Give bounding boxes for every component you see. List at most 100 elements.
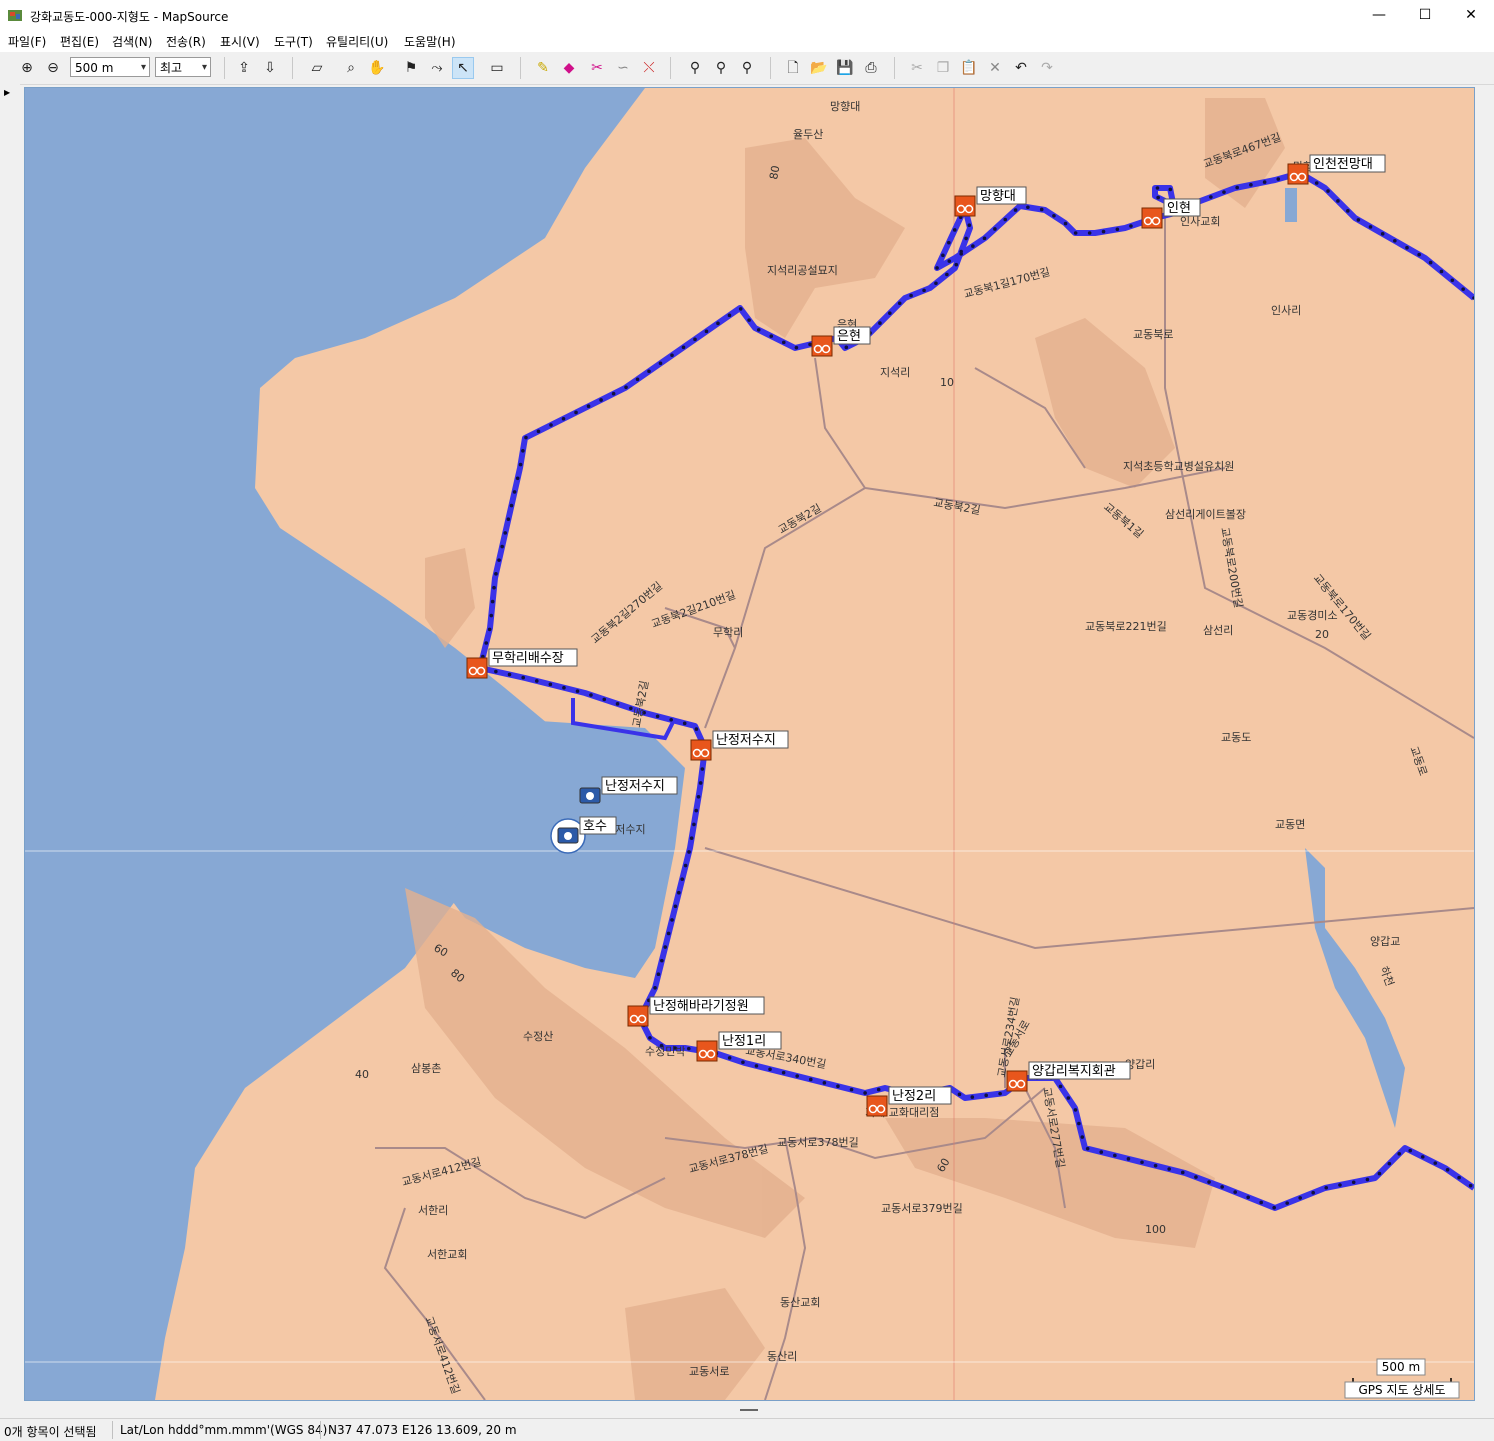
track-point — [692, 822, 696, 827]
track-point — [683, 863, 688, 868]
find-nearby-icon[interactable]: ⚲ — [736, 57, 758, 79]
place-label: 서한리 — [418, 1204, 448, 1217]
track-point — [769, 334, 774, 338]
eraser-icon[interactable]: ◆ — [558, 57, 580, 79]
track-point — [660, 958, 664, 963]
toolbar: ⊕ ⊖ 500 m ▾ 최고 ▾ ⇪ ⇩ ▱ ⌕ ✋ ⚑ ⤳ ↖ ▭ ✎ ◆ ✂… — [0, 52, 1494, 85]
track-point — [876, 1087, 881, 1092]
open-folder-icon[interactable]: 📂 — [808, 57, 830, 79]
cut-icon[interactable]: ✂ — [906, 57, 928, 79]
map-tool-icon[interactable]: ▱ — [306, 57, 328, 79]
detail-level-select[interactable]: 최고 ▾ — [155, 57, 211, 77]
waypoint-tool-icon[interactable]: ⚑ — [400, 57, 422, 79]
close-button[interactable]: ✕ — [1448, 0, 1494, 30]
zoom-out-icon[interactable]: ⊖ — [42, 57, 64, 79]
track-point — [704, 329, 709, 334]
maximize-button[interactable]: ☐ — [1402, 0, 1448, 30]
menu-search[interactable]: 검색(N) — [112, 33, 152, 50]
minimize-button[interactable]: — — [1356, 0, 1402, 30]
selection-status: 0개 항목이 선택됨 — [4, 1425, 97, 1439]
place-label: 교동서로 — [689, 1365, 729, 1378]
track-point — [663, 945, 668, 949]
new-file-icon[interactable]: 🗋 — [782, 57, 804, 79]
zoom-scale-select[interactable]: 500 m ▾ — [70, 57, 150, 77]
track-point — [497, 558, 501, 562]
redo-icon[interactable]: ↷ — [1036, 57, 1058, 79]
save-icon[interactable]: 💾 — [834, 57, 856, 79]
track-point — [507, 672, 512, 677]
track-point — [487, 627, 492, 632]
zoom-tool-icon[interactable]: ⌕ — [340, 57, 362, 79]
track-point — [1428, 260, 1433, 265]
track-point — [484, 641, 489, 645]
track-point — [548, 682, 553, 687]
track-point — [534, 679, 539, 683]
track-point — [768, 1067, 772, 1072]
track-point — [673, 904, 678, 909]
track-point — [681, 345, 686, 350]
track-point — [1468, 1183, 1473, 1188]
track-point — [1140, 1160, 1144, 1165]
find-icon[interactable]: ⚲ — [684, 57, 706, 79]
measure-tool-icon[interactable]: ▭ — [486, 57, 508, 79]
track-point — [922, 288, 926, 293]
receive-from-device-icon[interactable]: ⇪ — [233, 57, 255, 79]
place-label: 10 — [940, 376, 954, 389]
menu-transfer[interactable]: 전송(R) — [166, 33, 206, 50]
panel-splitter[interactable] — [0, 1402, 1494, 1418]
erase-track-icon[interactable]: ✂ — [586, 57, 608, 79]
track-point — [666, 931, 671, 936]
paste-icon[interactable]: 📋 — [958, 57, 980, 79]
track-point — [909, 293, 913, 298]
place-label: 80 — [767, 164, 782, 180]
track-point — [756, 328, 761, 332]
find-places-icon[interactable]: ⚲ — [710, 57, 732, 79]
waypoint-label: 난정2리 — [892, 1089, 936, 1104]
map-canvas[interactable]: 망향대율두산80지석리공설묘지은현지석리10교동북1길170번길교동북로467번… — [25, 88, 1474, 1400]
menu-tools[interactable]: 도구(T) — [274, 33, 313, 50]
menu-help[interactable]: 도움말(H) — [404, 33, 456, 50]
chevron-down-icon: ▾ — [140, 62, 146, 73]
place-label: 서한교회 — [427, 1248, 467, 1261]
waypoint-label: 망향대 — [980, 189, 1016, 204]
menu-view[interactable]: 표시(V) — [220, 33, 260, 50]
draw-track-icon[interactable]: ✎ — [532, 57, 554, 79]
print-icon[interactable]: ⎙ — [860, 57, 882, 79]
map-view[interactable]: 망향대 율두산 80 지석리공설묘지 은현 지석리 10 교동북1길170번길 교동북로467번… — [24, 87, 1475, 1401]
track-point — [844, 345, 849, 350]
camera-lens — [586, 792, 594, 800]
split-track-icon[interactable]: ⤬ — [638, 57, 660, 79]
join-track-icon[interactable]: ∽ — [612, 57, 634, 79]
track-point — [602, 697, 607, 702]
copy-icon[interactable]: ❐ — [932, 57, 954, 79]
place-label: 동산교회 — [780, 1296, 820, 1309]
delete-icon[interactable]: ✕ — [984, 57, 1006, 79]
track-point — [727, 1056, 732, 1060]
track-point — [941, 253, 945, 258]
track-point — [1066, 1096, 1071, 1100]
route-tool-icon[interactable]: ⤳ — [426, 57, 448, 79]
track-point — [599, 398, 603, 402]
send-to-device-icon[interactable]: ⇩ — [259, 57, 281, 79]
coordinate-format: Lat/Lon hddd°mm.mmm'(WGS 84) — [120, 1423, 328, 1437]
menu-utilities[interactable]: 유틸리티(U) — [326, 33, 388, 50]
track-point — [1207, 1180, 1211, 1184]
place-label: 교동북로 — [1133, 328, 1173, 341]
track-point — [624, 385, 628, 390]
menu-edit[interactable]: 편집(E) — [60, 33, 99, 50]
toolbar-separator — [292, 57, 293, 79]
zoom-in-icon[interactable]: ⊕ — [16, 57, 38, 79]
selection-tool-icon[interactable]: ↖ — [452, 57, 474, 79]
expand-panel-icon[interactable]: ▶ — [4, 88, 10, 97]
track-point — [822, 1081, 827, 1085]
track-point — [727, 313, 732, 318]
track-point — [615, 702, 620, 706]
track-point — [1233, 1190, 1237, 1194]
track-point — [1168, 187, 1173, 192]
menu-file[interactable]: 파일(F) — [8, 33, 46, 50]
track-point — [1180, 1170, 1185, 1175]
undo-icon[interactable]: ↶ — [1010, 57, 1032, 79]
place-label: 망향대 — [830, 100, 860, 113]
track-point — [1365, 1177, 1370, 1182]
hand-tool-icon[interactable]: ✋ — [366, 57, 388, 79]
